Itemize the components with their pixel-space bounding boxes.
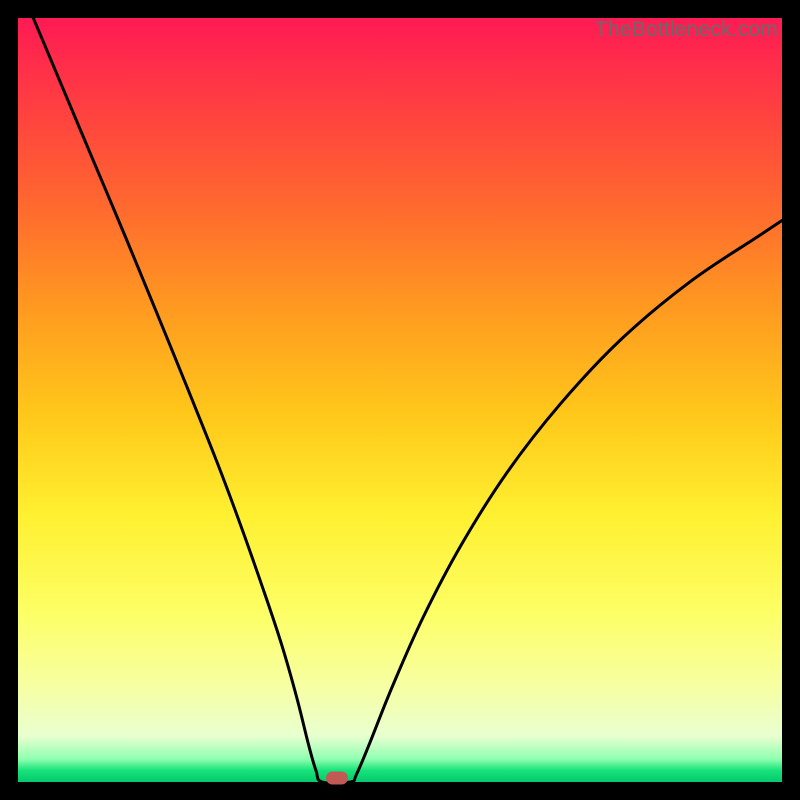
- bottleneck-curve: [18, 18, 782, 782]
- chart-frame: TheBottleneck.com: [18, 18, 782, 782]
- watermark-text: TheBottleneck.com: [595, 18, 778, 42]
- plot-area: TheBottleneck.com: [18, 18, 782, 782]
- optimal-marker: [326, 772, 348, 785]
